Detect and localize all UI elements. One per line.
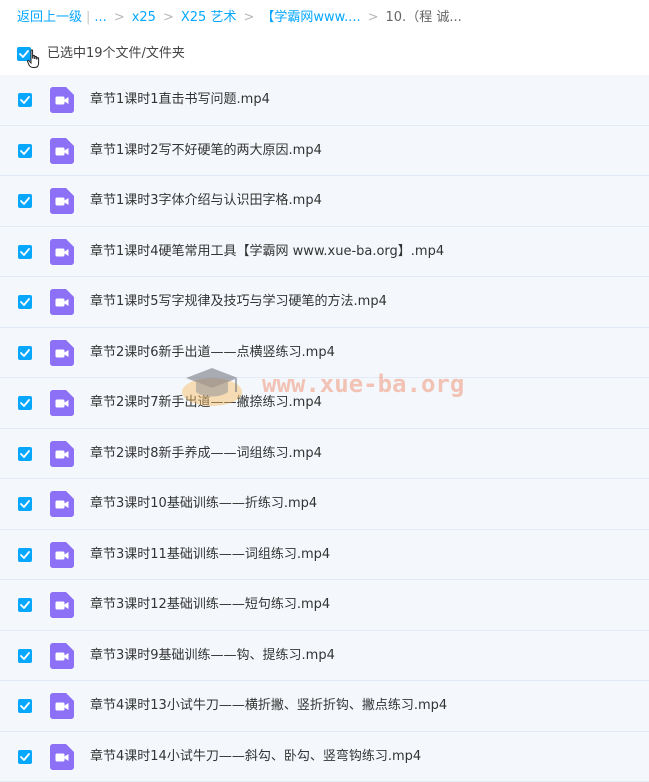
checkbox-checked-icon[interactable] [18, 93, 32, 107]
checkmark-icon [20, 197, 30, 205]
checkbox-checked-icon[interactable] [18, 598, 32, 612]
selection-count: 已选中19个文件/文件夹 [47, 46, 185, 61]
checkmark-icon [20, 753, 30, 761]
checkbox-checked-icon[interactable] [18, 245, 32, 259]
checkbox-checked-icon[interactable] [18, 699, 32, 713]
breadcrumb-divider: | [86, 10, 91, 25]
file-row[interactable]: 章节3课时9基础训练——钩、提练习.mp4 [0, 631, 649, 681]
file-row[interactable]: 章节1课时4硬笔常用工具【学霸网 www.xue-ba.org】.mp4 [0, 227, 649, 277]
checkbox-checked-icon[interactable] [18, 649, 32, 663]
checkmark-icon [20, 248, 30, 256]
video-file-icon[interactable] [50, 289, 74, 315]
checkmark-icon [20, 96, 30, 104]
video-file-icon[interactable] [50, 643, 74, 669]
checkbox-checked-icon[interactable] [18, 144, 32, 158]
file-row[interactable]: 章节4课时14小试牛刀——斜勾、卧勾、竖弯钩练习.mp4 [0, 732, 649, 782]
checkmark-icon [20, 652, 30, 660]
file-name[interactable]: 章节3课时10基础训练——折练习.mp4 [90, 479, 317, 529]
file-row[interactable]: 章节1课时5写字规律及技巧与学习硬笔的方法.mp4 [0, 277, 649, 328]
file-row[interactable]: 章节2课时8新手养成——词组练习.mp4 [0, 429, 649, 479]
breadcrumb: 返回上一级 |... > x25 > X25 艺术 > 【学霸网www.... >10.（程 诚… [17, 8, 637, 28]
checkmark-icon [20, 551, 30, 559]
checkbox-checked-icon[interactable] [18, 194, 32, 208]
checkmark-icon [20, 702, 30, 710]
file-name[interactable]: 章节3课时12基础训练——短句练习.mp4 [90, 580, 330, 630]
video-file-icon[interactable] [50, 239, 74, 265]
file-name[interactable]: 章节4课时13小试牛刀——横折撇、竖折折钩、撇点练习.mp4 [90, 681, 447, 731]
file-row[interactable]: 章节1课时2写不好硬笔的两大原因.mp4 [0, 126, 649, 176]
chevron-right-icon: > [367, 10, 379, 25]
checkbox-checked-icon[interactable] [18, 447, 32, 461]
file-row[interactable]: 章节2课时6新手出道——点横竖练习.mp4 [0, 328, 649, 378]
hand-cursor-icon [27, 49, 41, 78]
breadcrumb-current: 10.（程 诚... [385, 10, 462, 25]
file-row[interactable]: 章节3课时12基础训练——短句练习.mp4 [0, 580, 649, 631]
file-name[interactable]: 章节1课时5写字规律及技巧与学习硬笔的方法.mp4 [90, 277, 387, 327]
file-name[interactable]: 章节3课时9基础训练——钩、提练习.mp4 [90, 631, 335, 681]
selection-bar: 已选中19个文件/文件夹 [17, 42, 417, 68]
video-file-icon[interactable] [50, 441, 74, 467]
file-name[interactable]: 章节2课时7新手出道——撇捺练习.mp4 [90, 378, 322, 428]
file-row[interactable]: 章节3课时10基础训练——折练习.mp4 [0, 479, 649, 530]
video-file-icon[interactable] [50, 340, 74, 366]
video-file-icon[interactable] [50, 744, 74, 770]
video-file-icon[interactable] [50, 491, 74, 517]
checkmark-icon [20, 349, 30, 357]
video-file-icon[interactable] [50, 87, 74, 113]
file-list: 章节1课时1直击书写问题.mp4 章节1课时2写不好硬笔的两大原因.mp4 章节1课… [0, 75, 649, 782]
file-row[interactable]: 章节3课时11基础训练——词组练习.mp4 [0, 530, 649, 580]
file-name[interactable]: 章节1课时3字体介绍与认识田字格.mp4 [90, 176, 322, 226]
video-file-icon[interactable] [50, 542, 74, 568]
breadcrumb-item-x25[interactable]: x25 [132, 10, 156, 25]
file-row[interactable]: 章节1课时1直击书写问题.mp4 [0, 75, 649, 126]
checkmark-icon [20, 500, 30, 508]
file-row[interactable]: 章节2课时7新手出道——撇捺练习.mp4 [0, 378, 649, 429]
file-name[interactable]: 章节3课时11基础训练——词组练习.mp4 [90, 530, 330, 580]
checkbox-checked-icon[interactable] [18, 396, 32, 410]
breadcrumb-item-x25-art[interactable]: X25 艺术 [181, 10, 237, 25]
file-row[interactable]: 章节4课时13小试牛刀——横折撇、竖折折钩、撇点练习.mp4 [0, 681, 649, 732]
video-file-icon[interactable] [50, 693, 74, 719]
file-name[interactable]: 章节2课时6新手出道——点横竖练习.mp4 [90, 328, 335, 378]
chevron-right-icon: > [113, 10, 125, 25]
breadcrumb-item-xueba[interactable]: 【学霸网www.... [261, 10, 360, 25]
video-file-icon[interactable] [50, 188, 74, 214]
chevron-right-icon: > [243, 10, 255, 25]
checkmark-icon [20, 399, 30, 407]
video-file-icon[interactable] [50, 592, 74, 618]
file-row[interactable]: 章节1课时3字体介绍与认识田字格.mp4 [0, 176, 649, 227]
checkmark-icon [20, 298, 30, 306]
file-name[interactable]: 章节2课时8新手养成——词组练习.mp4 [90, 429, 322, 479]
back-link[interactable]: 返回上一级 [17, 10, 82, 25]
checkbox-checked-icon[interactable] [18, 346, 32, 360]
file-name[interactable]: 章节1课时1直击书写问题.mp4 [90, 75, 270, 125]
checkmark-icon [20, 450, 30, 458]
breadcrumb-ellipsis[interactable]: ... [94, 10, 106, 25]
file-name[interactable]: 章节4课时14小试牛刀——斜勾、卧勾、竖弯钩练习.mp4 [90, 732, 421, 782]
checkmark-icon [20, 147, 30, 155]
checkbox-checked-icon[interactable] [18, 497, 32, 511]
video-file-icon[interactable] [50, 390, 74, 416]
checkbox-checked-icon[interactable] [18, 295, 32, 309]
chevron-right-icon: > [162, 10, 174, 25]
checkbox-checked-icon[interactable] [18, 548, 32, 562]
checkmark-icon [20, 601, 30, 609]
checkbox-checked-icon[interactable] [18, 750, 32, 764]
file-name[interactable]: 章节1课时2写不好硬笔的两大原因.mp4 [90, 126, 322, 176]
file-name[interactable]: 章节1课时4硬笔常用工具【学霸网 www.xue-ba.org】.mp4 [90, 227, 444, 277]
video-file-icon[interactable] [50, 138, 74, 164]
